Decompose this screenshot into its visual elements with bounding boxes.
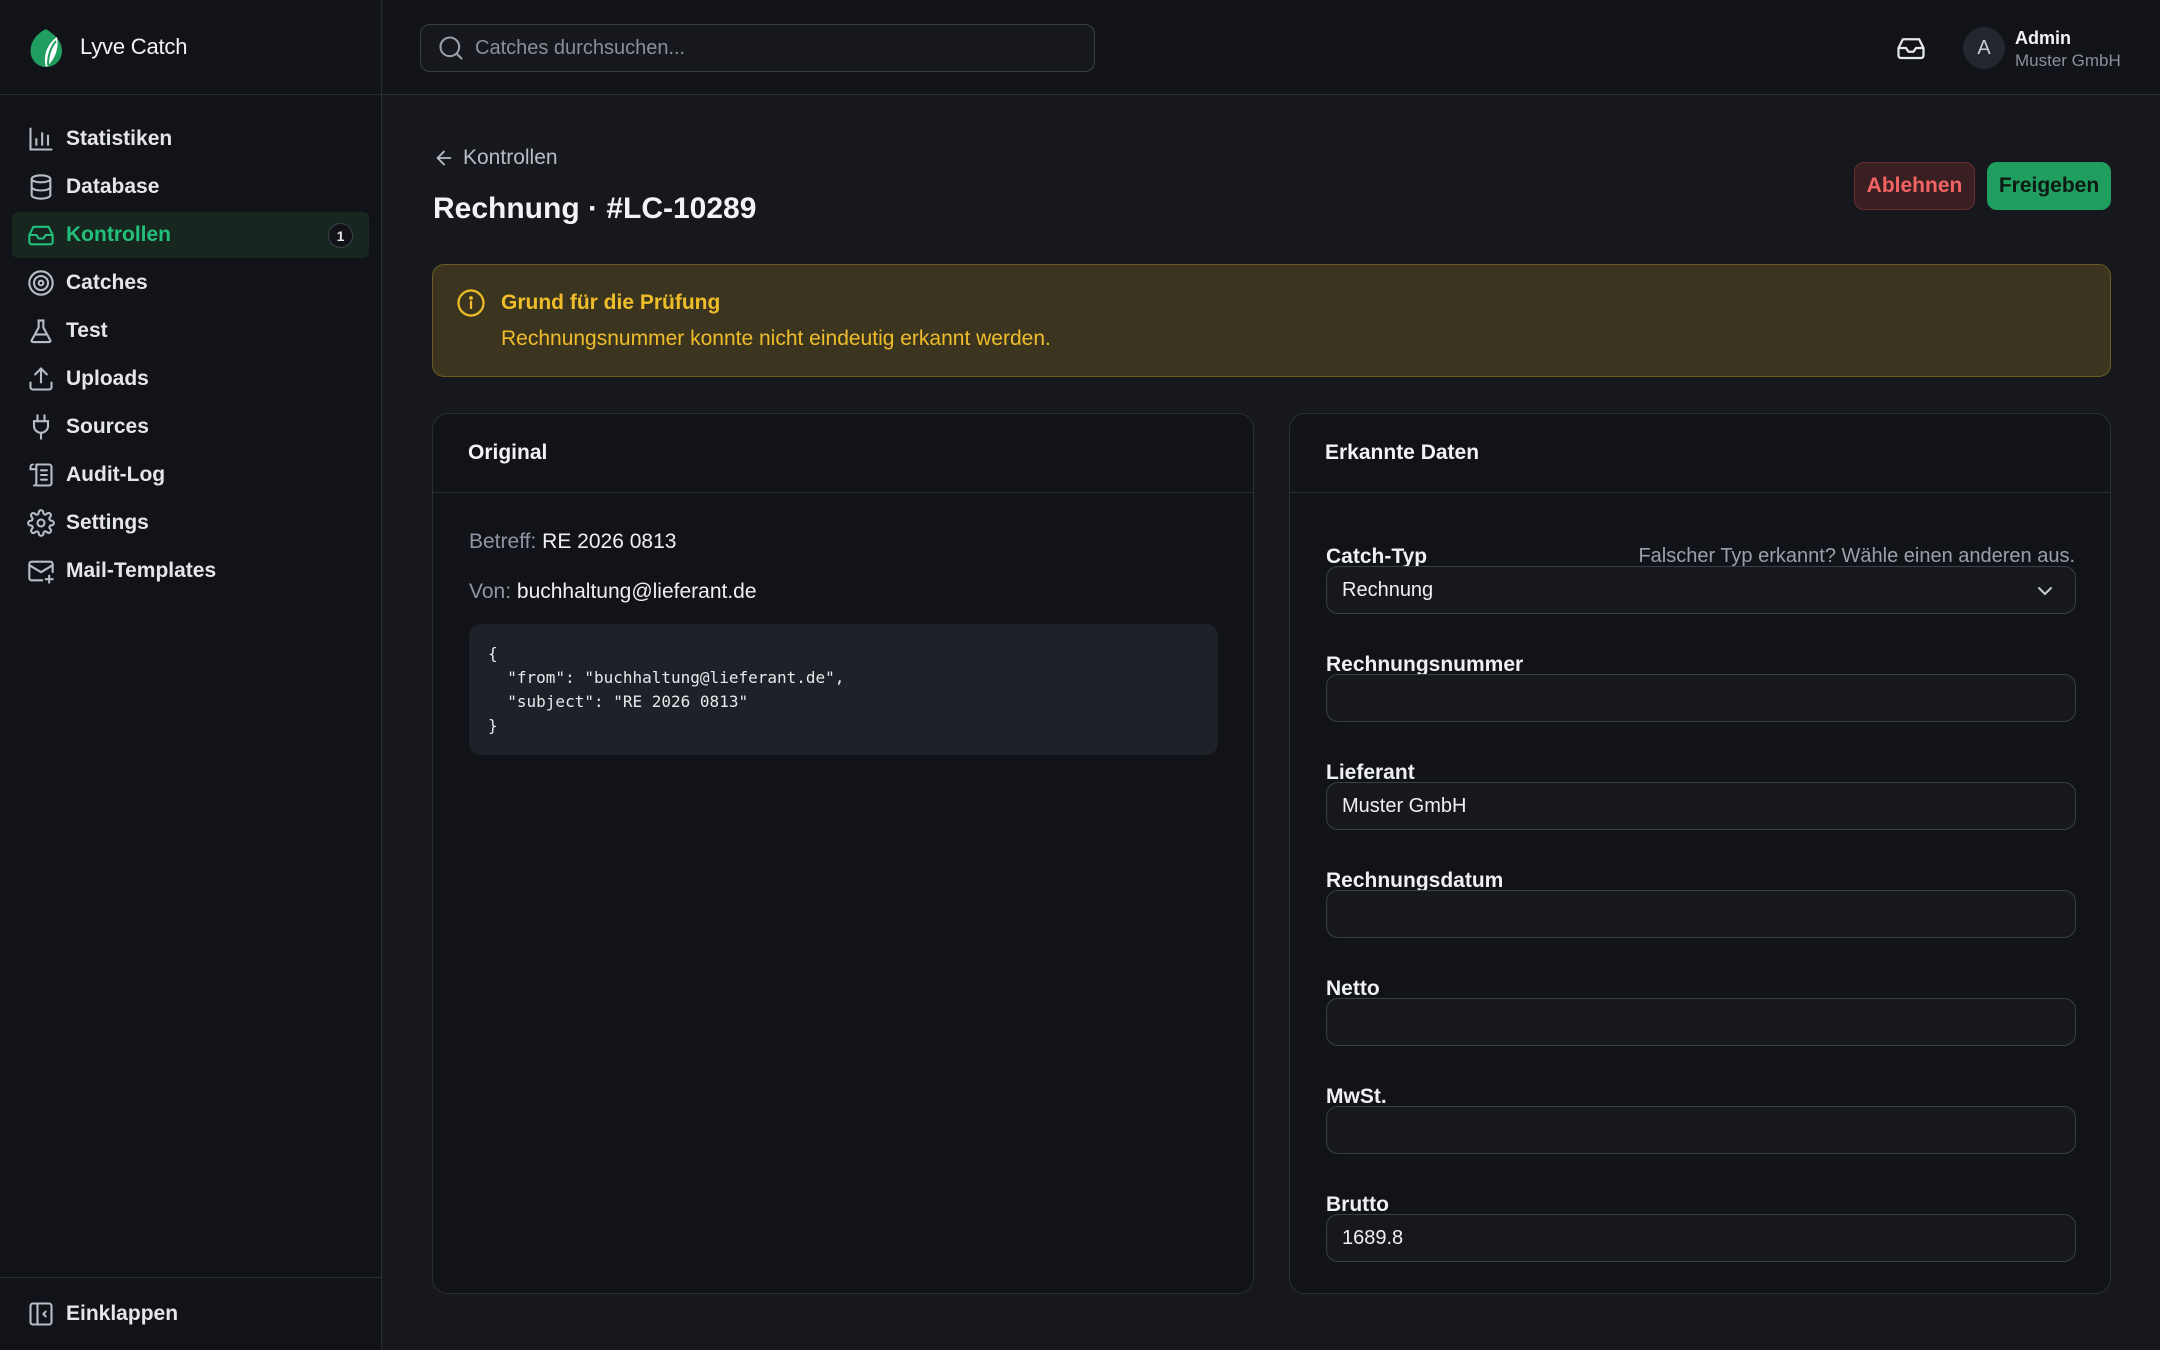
sidebar-item-statistiken[interactable]: Statistiken (12, 116, 369, 162)
sidebar-item-label: Mail-Templates (66, 559, 217, 582)
gear-icon (27, 509, 55, 537)
supplier-input[interactable] (1342, 794, 2075, 818)
sidebar-item-sources[interactable]: Sources (12, 404, 369, 450)
top-bar: A Admin Muster GmbH (383, 0, 2160, 95)
detected-card-title: Erkannte Daten (1290, 414, 2110, 493)
invoice-date-input[interactable] (1342, 902, 2075, 926)
sidebar-item-mail-templates[interactable]: Mail-Templates (12, 548, 369, 594)
search-input[interactable] (475, 36, 1065, 60)
alert-text: Rechnungsnummer konnte nicht eindeutig e… (501, 327, 1051, 350)
original-card: Original Betreff: RE 2026 0813 Von: buch… (432, 413, 1254, 1294)
page-title: Rechnung · #LC-10289 (433, 192, 757, 225)
back-link[interactable]: Kontrollen (433, 146, 558, 170)
detected-data-card: Erkannte Daten Catch-Typ Falscher Typ er… (1289, 413, 2111, 1294)
brand[interactable]: Lyve Catch (0, 0, 381, 95)
arrow-left-icon (433, 147, 455, 169)
sidebar-item-label: Statistiken (66, 127, 173, 150)
sidebar-item-audit-log[interactable]: Audit-Log (12, 452, 369, 498)
sidebar-item-label: Sources (66, 415, 149, 438)
search-box[interactable] (420, 24, 1095, 72)
invoice-number-field[interactable] (1326, 674, 2076, 722)
reject-button[interactable]: Ablehnen (1854, 162, 1975, 210)
sidebar: Lyve Catch Statistiken Database Kontroll… (0, 0, 382, 1350)
app-name: Lyve Catch (80, 34, 188, 59)
leaf-logo-icon (26, 25, 66, 69)
search-icon (437, 34, 465, 62)
net-amount-field[interactable] (1326, 998, 2076, 1046)
raw-json-block: { "from": "buchhaltung@lieferant.de", "s… (469, 624, 1218, 755)
subject-value: RE 2026 0813 (542, 530, 677, 553)
gross-amount-field[interactable] (1326, 1214, 2076, 1262)
main-content: Kontrollen Rechnung · #LC-10289 Ablehnen… (383, 96, 2160, 1350)
sidebar-item-settings[interactable]: Settings (12, 500, 369, 546)
invoice-date-field[interactable] (1326, 890, 2076, 938)
target-icon (27, 269, 55, 297)
approve-button[interactable]: Freigeben (1987, 162, 2111, 210)
vat-input[interactable] (1342, 1118, 2075, 1142)
sidebar-item-kontrollen[interactable]: Kontrollen 1 (12, 212, 369, 258)
sidebar-item-label: Audit-Log (66, 463, 166, 486)
net-amount-input[interactable] (1342, 1010, 2075, 1034)
mail-plus-icon (27, 557, 55, 585)
sidebar-nav: Statistiken Database Kontrollen 1 Catche… (0, 95, 381, 594)
sidebar-item-label: Kontrollen (66, 223, 171, 246)
database-icon (27, 173, 55, 201)
scroll-icon (27, 461, 55, 489)
sidebar-item-label: Catches (66, 271, 148, 294)
user-org: Muster GmbH (2015, 51, 2121, 70)
review-reason-alert: Grund für die Prüfung Rechnungsnummer ko… (432, 264, 2111, 377)
sidebar-item-database[interactable]: Database (12, 164, 369, 210)
chevron-down-icon (2033, 579, 2057, 603)
back-link-label: Kontrollen (463, 146, 558, 169)
collapse-sidebar-button[interactable]: Einklappen (0, 1277, 382, 1350)
inbox-icon (27, 221, 55, 249)
user-name: Admin (2015, 28, 2071, 48)
plug-icon (27, 413, 55, 441)
sidebar-item-label: Test (66, 319, 108, 342)
sidebar-item-uploads[interactable]: Uploads (12, 356, 369, 402)
sidebar-item-label: Database (66, 175, 160, 198)
count-badge: 1 (328, 223, 353, 248)
invoice-number-input[interactable] (1342, 686, 2075, 710)
from-line: Von: buchhaltung@lieferant.de (469, 580, 757, 604)
flask-icon (27, 317, 55, 345)
sidebar-item-label: Settings (66, 511, 149, 534)
inbox-icon[interactable] (1896, 33, 1926, 63)
bar-chart-icon (27, 125, 55, 153)
collapse-label: Einklappen (66, 1302, 179, 1325)
upload-icon (27, 365, 55, 393)
sidebar-item-label: Uploads (66, 367, 149, 390)
alert-title: Grund für die Prüfung (501, 291, 721, 314)
avatar[interactable]: A (1963, 27, 2005, 69)
supplier-field[interactable] (1326, 782, 2076, 830)
catch-type-value: Rechnung (1342, 578, 1434, 601)
subject-line: Betreff: RE 2026 0813 (469, 530, 676, 554)
sidebar-item-test[interactable]: Test (12, 308, 369, 354)
from-label: Von: (469, 580, 512, 603)
subject-label: Betreff: (469, 530, 537, 553)
panel-left-collapse-icon (27, 1300, 55, 1328)
original-card-title: Original (433, 414, 1253, 493)
catch-type-hint: Falscher Typ erkannt? Wähle einen andere… (1638, 545, 2075, 567)
info-icon (456, 288, 486, 318)
vat-field[interactable] (1326, 1106, 2076, 1154)
gross-amount-input[interactable] (1342, 1226, 2075, 1250)
catch-type-select[interactable]: Rechnung (1326, 566, 2076, 614)
sidebar-item-catches[interactable]: Catches (12, 260, 369, 306)
from-value: buchhaltung@lieferant.de (516, 580, 757, 603)
